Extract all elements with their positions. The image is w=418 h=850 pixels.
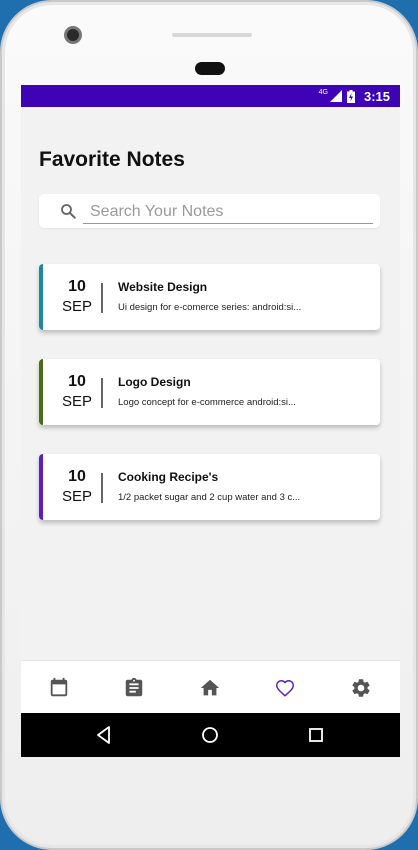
note-month: SEP [61,393,92,410]
nav-item-home[interactable] [180,661,240,714]
note-accent-bar [39,359,43,425]
note-date: 10 SEP [45,278,109,318]
page-title: Favorite Notes [39,148,185,171]
note-title: Cooking Recipe's [118,470,219,484]
note-card-website-design[interactable]: 10 SEP Website Design Ui design for e-co… [39,264,380,330]
calendar-icon[interactable] [48,677,70,699]
note-day: 10 [68,373,86,390]
signal-icon [329,90,342,102]
note-description: 1/2 packet sugar and 2 cup water and 3 c… [118,492,301,503]
note-description: Ui design for e-comerce series: android:… [118,302,302,313]
recents-square-icon[interactable] [305,724,327,746]
note-accent-bar [39,264,43,330]
heart-icon[interactable] [274,677,296,699]
clipboard-icon[interactable] [123,677,145,699]
note-card-cooking-recipe[interactable]: 10 SEP Cooking Recipe's 1/2 packet sugar… [39,454,380,520]
front-camera [64,26,82,44]
home-circle-icon[interactable] [199,724,221,746]
nav-item-notes[interactable] [104,661,164,714]
nav-item-settings[interactable] [331,661,391,714]
back-icon[interactable] [93,724,115,746]
nav-item-favorites[interactable] [255,661,315,714]
note-title: Website Design [118,280,208,294]
app-screen: 4G 3:15 Favorite Notes 10 SEP [21,85,400,757]
bottom-navigation [21,660,400,713]
note-day: 10 [68,468,86,485]
note-day: 10 [68,278,86,295]
status-time: 3:15 [363,88,390,104]
battery-charging-icon [346,89,355,103]
gear-icon[interactable] [350,677,372,699]
note-divider [101,378,103,408]
status-bar: 4G 3:15 [21,85,400,107]
note-date: 10 SEP [45,373,109,413]
note-card-logo-design[interactable]: 10 SEP Logo Design Logo concept for e-co… [39,359,380,425]
note-description: Logo concept for e-commerce android:si..… [118,397,296,408]
earpiece [195,62,225,75]
network-type-label: 4G [318,88,328,96]
search-icon[interactable] [59,202,77,220]
phone-frame: 4G 3:15 Favorite Notes 10 SEP [0,0,418,850]
note-divider [101,283,103,313]
note-month: SEP [61,298,92,315]
search-bar[interactable] [39,194,380,228]
home-icon[interactable] [199,677,221,699]
note-accent-bar [39,454,43,520]
system-navigation-bar [21,713,400,757]
note-title: Logo Design [118,375,191,389]
note-divider [101,473,103,503]
top-speaker-grille [172,33,252,37]
search-input[interactable] [83,200,373,224]
note-date: 10 SEP [45,468,109,508]
note-month: SEP [61,488,92,505]
nav-item-calendar[interactable] [29,661,89,714]
